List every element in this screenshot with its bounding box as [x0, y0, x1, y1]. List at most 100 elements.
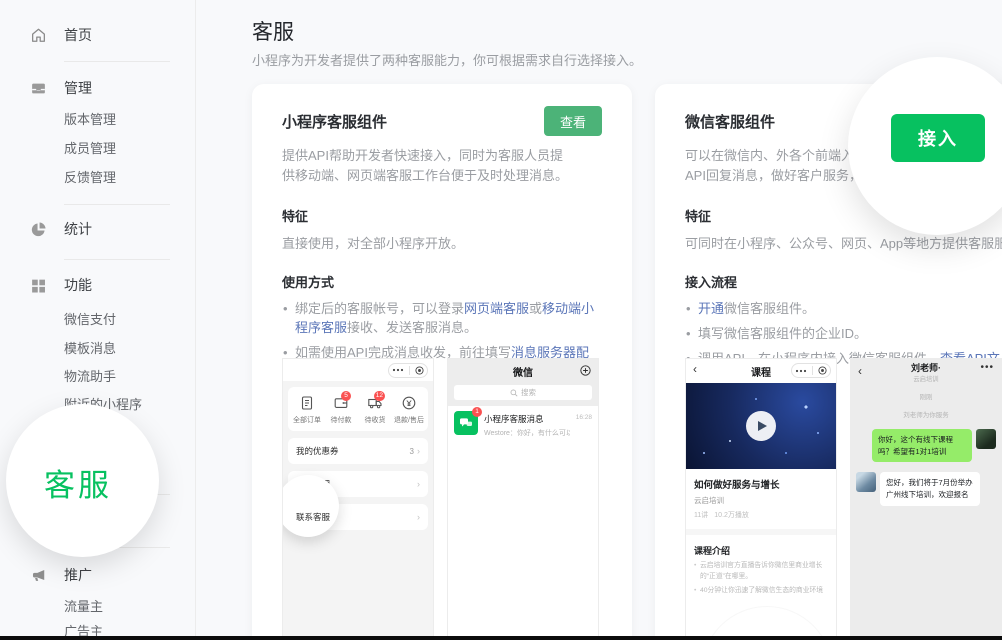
course-intro-heading: 课程介绍: [686, 535, 836, 557]
search-icon: [510, 389, 518, 397]
miniprogram-capsule: [388, 363, 428, 378]
sidebar-item-version-manage[interactable]: 版本管理: [64, 110, 116, 130]
mock-course-screenshot: ‹ 课程 如何做好服务与增长: [685, 358, 837, 640]
wechat-title: 微信: [513, 364, 533, 379]
flow-item: 填写微信客服组件的企业ID。: [685, 324, 1002, 343]
sidebar-item-feedback-manage[interactable]: 反馈管理: [64, 168, 116, 188]
list-item-coupons: 我的优惠券 3›: [288, 438, 428, 464]
window-bottom-edge: [0, 636, 1002, 640]
chevron-right-icon: ›: [417, 446, 420, 456]
chat-name: 小程序客服消息: [484, 413, 570, 425]
chat-header: ‹ 刘老师· 云启培训 •••: [851, 359, 1001, 387]
mock-chat-screenshot: ‹ 刘老师· 云启培训 ••• 刚刚 刘老师为你服务 你好，这个有线下课程吗？希…: [850, 358, 1002, 640]
sidebar-item-label: 功能: [64, 275, 92, 295]
description-line: 提供API帮助开发者快速接入，同时为客服人员提: [282, 146, 602, 166]
sidebar-item-promotion[interactable]: 推广: [0, 564, 92, 586]
sidebar-item-features[interactable]: 功能: [0, 274, 92, 296]
message-row-agent: 您好，我们将于7月份举办广州线下培训，欢迎报名: [851, 472, 1001, 505]
play-button-icon: [746, 411, 776, 441]
home-icon: [30, 27, 47, 44]
join-button[interactable]: 接入: [891, 114, 985, 162]
close-capsule-icon: [415, 366, 424, 375]
pie-chart-icon: [30, 221, 47, 238]
card-title: 小程序客服组件: [282, 106, 387, 132]
mock-wechat-list-screenshot: 微信 搜索 1: [447, 358, 599, 640]
flow-heading: 接入流程: [685, 272, 1002, 291]
page-subtitle: 小程序为开发者提供了两种客服能力，你可根据需求自行选择接入。: [252, 50, 642, 69]
sidebar-item-template-message[interactable]: 模板消息: [64, 339, 116, 359]
usage-item: 绑定后的客服帐号，可以登录网页端客服或移动端小程序客服接收、发送客服消息。: [282, 299, 602, 337]
badge: 12: [374, 391, 385, 401]
action-all-orders: 全部订单: [290, 395, 324, 425]
course-provider: 云启培训: [694, 495, 828, 506]
mock-titlebar: [283, 359, 433, 381]
agent-name: 刘老师·: [911, 363, 941, 374]
course-meta: 11讲10.2万播放: [694, 510, 828, 520]
sidebar-item-manage[interactable]: 管理: [0, 77, 92, 99]
add-icon: [580, 365, 591, 376]
course-nav-title: 课程: [751, 364, 771, 379]
megaphone-icon: [30, 567, 47, 584]
course-intro-bullet: 云启培训官方直播告诉你微信里商业增长的“正道”在哪里。: [686, 561, 836, 582]
agent-org: 云启培训: [913, 374, 938, 383]
more-dots-icon: [795, 369, 807, 373]
card-title: 微信客服组件: [685, 106, 775, 132]
sidebar: 首页 管理 版本管理 成员管理 反馈管理 统计 功能 微信支付 模板消息 物流助…: [0, 0, 196, 640]
open-service-link[interactable]: 开通: [698, 301, 724, 316]
card-description: 提供API帮助开发者快速接入，同时为客服人员提 供移动端、网页端客服工作台便于及…: [282, 146, 602, 186]
sidebar-item-home[interactable]: 首页: [0, 24, 92, 46]
view-button[interactable]: 查看: [544, 106, 602, 136]
sidebar-item-wechat-pay[interactable]: 微信支付: [64, 310, 116, 330]
sidebar-item-label: 统计: [64, 219, 92, 239]
sidebar-item-logistics[interactable]: 物流助手: [64, 367, 116, 387]
chat-list: 1 小程序客服消息 Westore：你好，有什么可以帮您? 16:28: [448, 406, 598, 640]
sidebar-item-member-manage[interactable]: 成员管理: [64, 139, 116, 159]
chat-list-item: 1 小程序客服消息 Westore：你好，有什么可以帮您? 16:28: [454, 411, 592, 438]
sidebar-divider: [64, 61, 170, 62]
video-title: 如何做好服务与增长: [694, 477, 828, 491]
visitor-avatar: [976, 429, 996, 449]
search-bar: 搜索: [454, 385, 592, 400]
more-dots-icon: [392, 368, 404, 372]
grid-icon: [30, 277, 47, 294]
action-to-pay: 5 待付款: [324, 395, 358, 425]
miniprogram-capsule: [791, 363, 831, 378]
inbox-icon: [30, 80, 47, 97]
course-intro-bullet: 40分钟让你迅速了解微信生态的商业环境: [686, 586, 836, 597]
features-text: 直接使用，对全部小程序开放。: [282, 233, 602, 252]
action-refund: 退款/售后: [392, 395, 426, 425]
description-line: 供移动端、网页端客服工作台便于及时处理消息。: [282, 166, 602, 186]
weixin-mp-admin-window: 首页 管理 版本管理 成员管理 反馈管理 统计 功能 微信支付 模板消息 物流助…: [0, 0, 1002, 640]
sidebar-item-customer-service[interactable]: 客服: [44, 460, 112, 505]
agent-avatar: [856, 472, 876, 492]
sidebar-item-label: 推广: [64, 565, 92, 585]
sidebar-item-traffic-owner[interactable]: 流量主: [64, 597, 103, 617]
card-header: 小程序客服组件 查看: [282, 106, 602, 138]
back-icon: ‹: [858, 364, 862, 378]
visitor-bubble: 你好，这个有线下课程吗？希望有1对1培训: [872, 429, 972, 462]
web-cs-link[interactable]: 网页端客服: [464, 301, 529, 316]
sidebar-item-stats[interactable]: 统计: [0, 218, 92, 240]
course-header: ‹ 课程: [686, 359, 836, 383]
sidebar-item-label: 管理: [64, 78, 92, 98]
screenshots-row: ‹ 课程 如何做好服务与增长: [685, 358, 1002, 640]
features-heading: 特征: [282, 206, 602, 225]
features-text: 可同时在小程序、公众号、网页、App等地方提供客服服务。: [685, 233, 1002, 252]
badge: 5: [341, 391, 351, 401]
order-list-icon: [299, 395, 315, 411]
chat-timestamp: 刚刚: [851, 391, 1001, 401]
card-miniprogram-service: 小程序客服组件 查看 提供API帮助开发者快速接入，同时为客服人员提 供移动端、…: [252, 84, 632, 640]
service-notice: 刘老师为你服务: [851, 409, 1001, 419]
message-row-visitor: 你好，这个有线下课程吗？希望有1对1培训: [851, 429, 1001, 462]
unread-badge: 1: [472, 407, 482, 417]
service-message-avatar: 1: [454, 411, 478, 435]
mock-orders-screenshot: 全部订单 5 待付款 12 待收货: [282, 358, 434, 640]
screenshots-row: 全部订单 5 待付款 12 待收货: [282, 358, 599, 640]
back-icon: ‹: [693, 362, 697, 376]
chat-bubbles-icon: [458, 415, 474, 431]
sidebar-item-label: 首页: [64, 25, 92, 45]
agent-bubble: 您好，我们将于7月份举办广州线下培训，欢迎报名: [880, 472, 980, 505]
sidebar-divider: [64, 204, 170, 205]
action-to-receive: 12 待收货: [358, 395, 392, 425]
video-thumbnail: [686, 383, 836, 469]
